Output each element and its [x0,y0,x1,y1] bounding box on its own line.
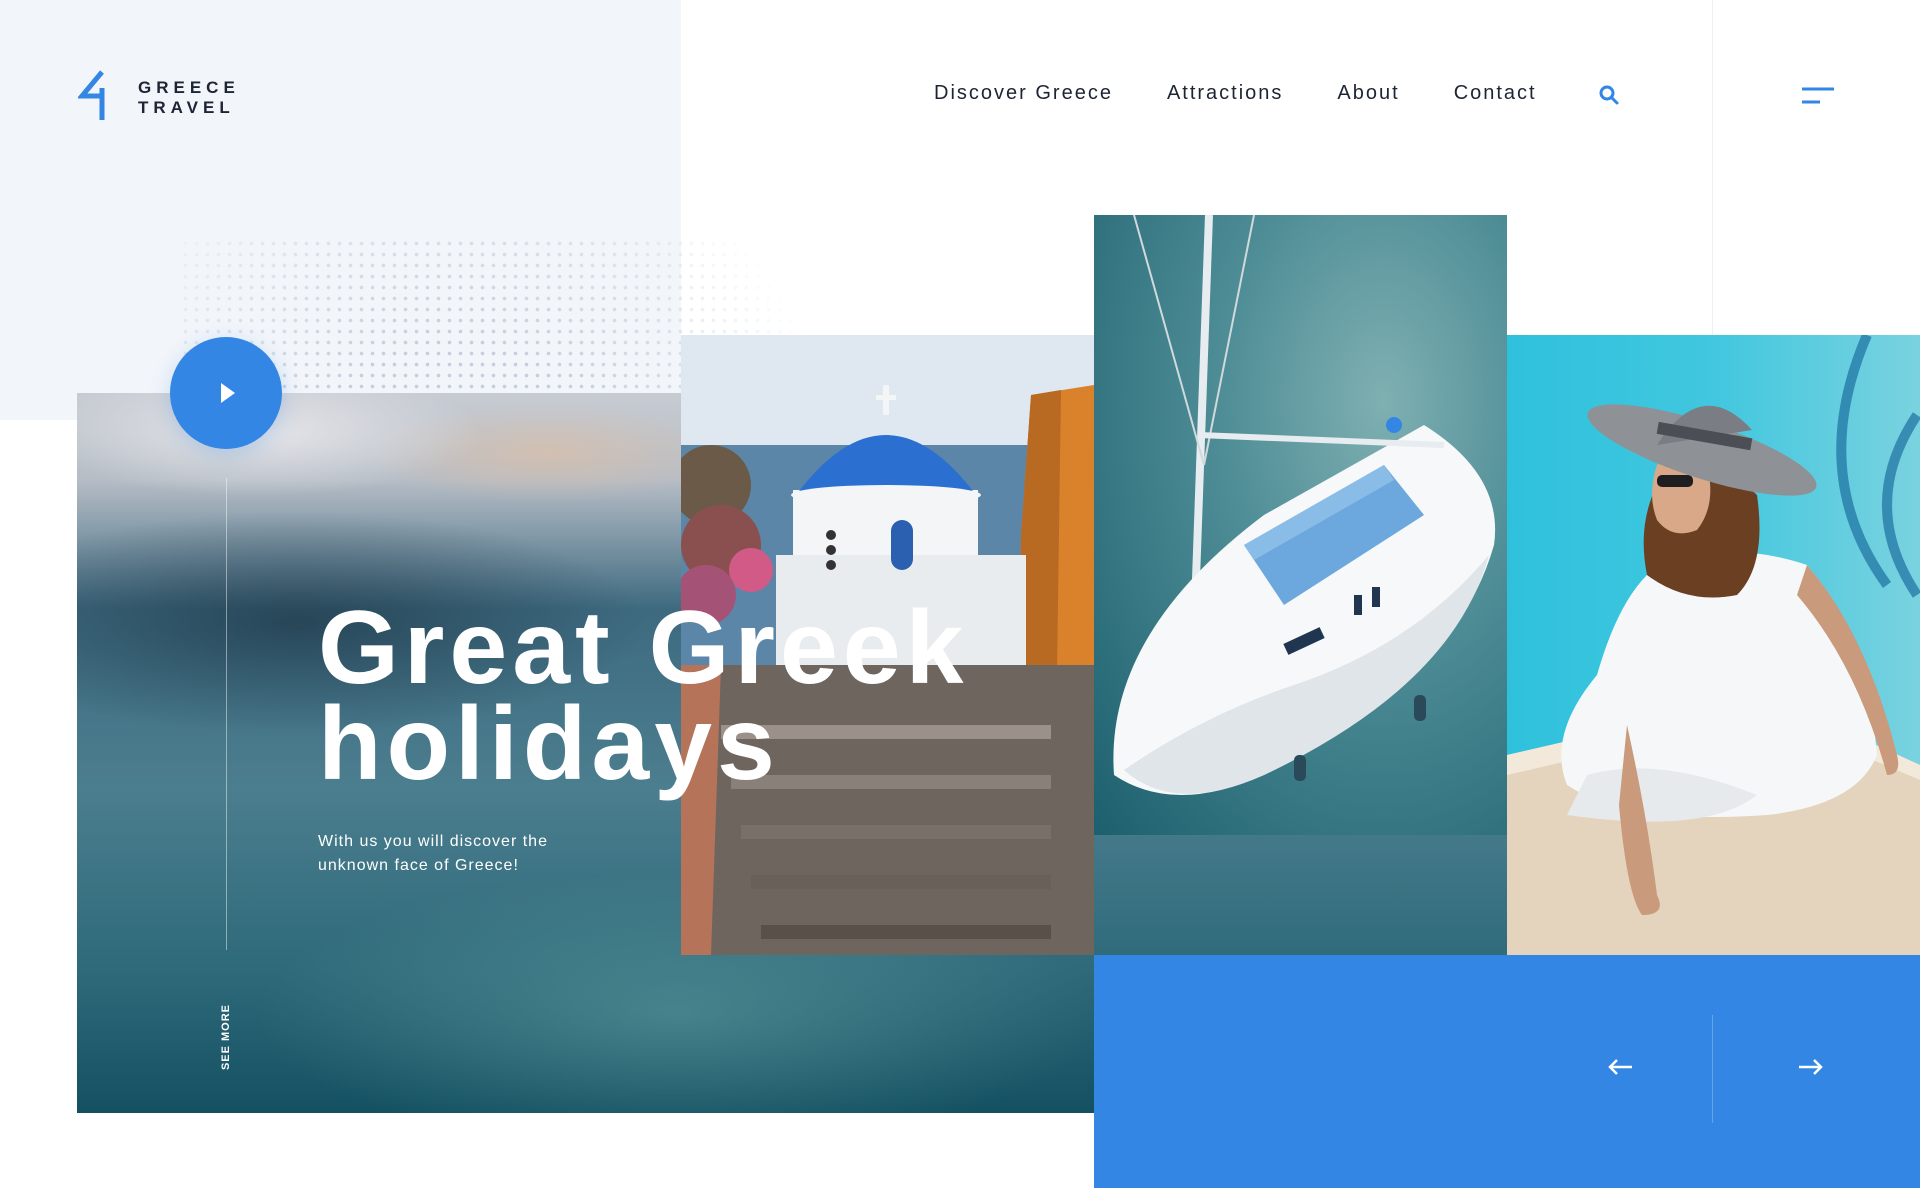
sailing-yacht-photo [1094,215,1507,835]
menu-button[interactable] [1802,86,1834,106]
next-slide-button[interactable] [1795,1052,1825,1082]
nav-attractions[interactable]: Attractions [1167,82,1283,105]
previous-slide-button[interactable] [1606,1052,1636,1082]
nav-contact[interactable]: Contact [1454,82,1537,105]
hamburger-menu-icon [1802,87,1834,104]
play-icon [221,383,235,403]
nav-about[interactable]: About [1337,82,1399,105]
logo[interactable]: GREECE TRAVEL [78,70,278,126]
hero-title-line1: Great Greek [318,590,969,706]
hero-subtitle-line1: With us you will discover the [318,833,548,850]
slider-control-divider [1712,1015,1713,1123]
header-divider [1712,0,1713,335]
woman-by-pool-photo [1507,335,1920,955]
search-icon [1599,85,1619,105]
hero-subtitle: With us you will discover the unknown fa… [318,830,608,878]
see-more-link[interactable]: SEE MORE [220,982,234,1092]
play-video-button[interactable] [170,337,282,449]
hero-title-line2: holidays [318,686,780,802]
hero-subtitle-line2: unknown face of Greece! [318,857,519,874]
arrow-right-icon [1799,1059,1823,1075]
nav-discover-greece[interactable]: Discover Greece [934,82,1113,105]
arrow-left-icon [1608,1059,1632,1075]
vertical-divider-line [226,478,227,950]
main-navigation: Discover Greece Attractions About Contac… [934,82,1537,105]
hero-title: Great Greek holidays [318,590,1078,802]
search-button[interactable] [1598,84,1620,106]
logo-text-line1: GREECE [138,78,240,97]
logo-mark-icon [78,70,105,120]
logo-text-line2: TRAVEL [138,98,235,117]
